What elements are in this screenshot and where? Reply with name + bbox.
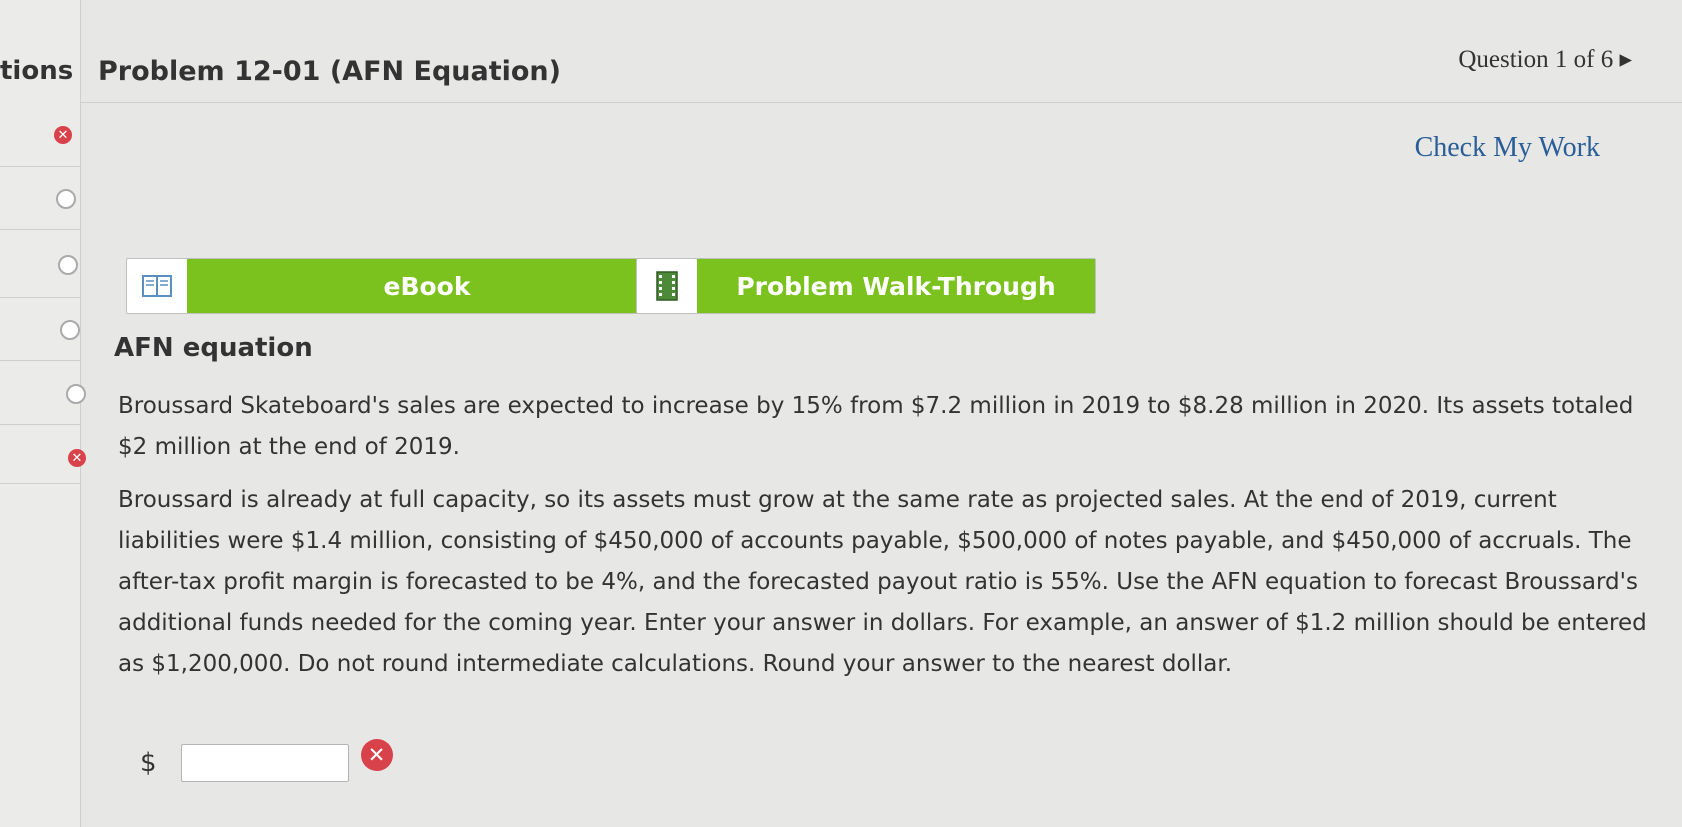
section-heading: AFN equation xyxy=(114,333,313,363)
check-my-work-link[interactable]: Check My Work xyxy=(1415,132,1600,164)
problem-title: Problem 12-01 (AFN Equation) xyxy=(98,56,561,87)
video-icon xyxy=(637,259,697,313)
question-item-1[interactable]: ✕ xyxy=(0,104,80,167)
question-item-4[interactable] xyxy=(0,298,80,361)
question-sidebar: tions ✕ ✕ xyxy=(0,0,86,827)
error-icon: ✕ xyxy=(360,739,393,771)
walkthrough-label: Problem Walk-Through xyxy=(697,259,1095,313)
answer-row: $ ✕ xyxy=(140,739,393,782)
circle-icon xyxy=(56,189,76,209)
problem-header: Problem 12-01 (AFN Equation) Question 1 … xyxy=(80,32,1682,103)
book-icon xyxy=(127,259,187,313)
question-item-6[interactable]: ✕ xyxy=(0,425,86,484)
ebook-label: eBook xyxy=(187,259,667,313)
question-counter[interactable]: Question 1 of 6 ▸ xyxy=(1458,44,1632,74)
sidebar-title: tions xyxy=(0,56,74,86)
problem-panel: Problem 12-01 (AFN Equation) Question 1 … xyxy=(80,0,1682,827)
question-item-3[interactable] xyxy=(0,235,80,298)
error-icon: ✕ xyxy=(54,126,72,144)
problem-paragraph-1: Broussard Skateboard's sales are expecte… xyxy=(118,393,1634,460)
question-item-5[interactable] xyxy=(0,362,86,425)
question-item-2[interactable] xyxy=(0,167,80,230)
problem-paragraph-2: Broussard is already at full capacity, s… xyxy=(118,487,1647,677)
currency-symbol: $ xyxy=(140,748,157,778)
circle-icon xyxy=(60,320,80,340)
ebook-button[interactable]: eBook xyxy=(126,258,668,314)
circle-icon xyxy=(58,255,78,275)
problem-walkthrough-button[interactable]: Problem Walk-Through xyxy=(636,258,1096,314)
answer-input[interactable] xyxy=(180,744,349,782)
